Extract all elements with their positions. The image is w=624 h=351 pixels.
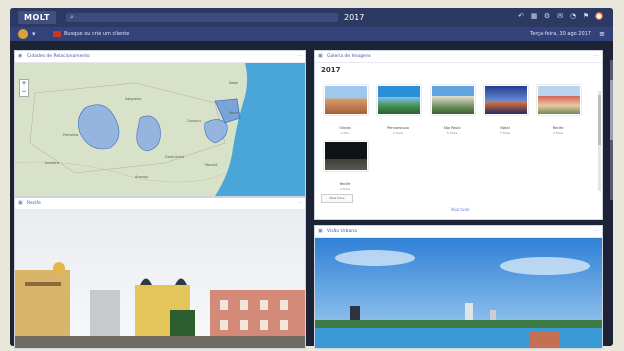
settings-icon[interactable]: ⚙ (543, 12, 551, 20)
more-photos-button[interactable]: Mais fotos (321, 194, 353, 203)
shoreline (315, 320, 602, 328)
zoom-control[interactable]: + − (19, 79, 29, 97)
image-icon: ▣ (318, 53, 323, 59)
map-label: Juazeiro (45, 161, 59, 165)
thumbnail-label: São Paulo (443, 126, 461, 130)
date-label: Terça-feira, 30 ago 2017 (530, 31, 591, 37)
image-icon: ▣ (318, 228, 323, 234)
client-flag-icon (53, 31, 61, 37)
search-icon: ⌕ (70, 13, 74, 21)
cloud (500, 257, 590, 275)
gallery-thumbnail[interactable] (324, 85, 368, 115)
window (240, 300, 248, 310)
thumbnail-label: Olinda (339, 126, 351, 130)
window (220, 300, 228, 310)
map-label: Salgueiro (125, 97, 142, 101)
gallery-thumbnail[interactable] (537, 85, 581, 115)
window (240, 320, 248, 330)
window (220, 320, 228, 330)
map-label: Maceió (205, 163, 218, 167)
page-scrollbar-thumb[interactable] (610, 80, 613, 140)
rooftop (530, 332, 560, 348)
thumbnail-count: 3 fotos (552, 131, 564, 135)
gallery-thumbnail[interactable] (324, 141, 368, 171)
map[interactable]: + − Recife Caruaru Petrolina Garanhuns M… (15, 63, 305, 196)
thumbnail-label: Pernambuco (387, 126, 409, 130)
panel-header: ▣ Recife ⋯ (15, 198, 305, 210)
map-label: Natal (229, 81, 239, 85)
city-photo[interactable] (15, 210, 305, 348)
thumbnail-count: 2 fotos (392, 131, 404, 135)
top-navbar: MOLT ⌕ 2017 ↶ ▦ ⚙ ✉ ◔ ⚑ ● (10, 8, 613, 27)
image-icon: ▣ (18, 200, 23, 206)
toolbar-icons: ↶ ▦ ⚙ ✉ ◔ ⚑ ● (517, 12, 603, 20)
grid-icon[interactable]: ▦ (530, 12, 538, 20)
client-selector[interactable]: Busque ou crie um cliente (64, 27, 129, 41)
thumbnail-count: 7 fotos (499, 131, 511, 135)
panel-header: ◉ Cidades de Relacionamento ⋯ (15, 51, 305, 63)
thumbnail-count: 1 foto (340, 131, 350, 135)
panel-options-icon[interactable]: ⋯ (594, 51, 599, 62)
photo-panel: ▣ Recife ⋯ (14, 197, 306, 349)
gallery-year: 2017 (321, 66, 341, 74)
panel-title: Cidades de Relacionamento (27, 54, 90, 59)
thumbnail-label: Natal (500, 126, 510, 130)
map-label: Petrolina (63, 133, 79, 137)
cloud (335, 250, 415, 266)
street (15, 336, 305, 348)
thumbnail-count: 5 fotos (446, 131, 458, 135)
gallery-scrollbar-thumb[interactable] (598, 95, 601, 145)
building-detail (25, 282, 61, 286)
map-canvas[interactable] (15, 63, 305, 196)
window (260, 300, 268, 310)
gallery-panel: ▣ Galeria de Imagens ⋯ 2017 Olinda 1 fot… (314, 50, 603, 220)
message-icon[interactable]: ✉ (556, 12, 564, 20)
zoom-in-button[interactable]: + (20, 80, 28, 88)
year-label: 2017 (344, 13, 365, 22)
skyline-photo[interactable] (315, 238, 602, 348)
zoom-out-button[interactable]: − (20, 88, 28, 96)
panel-title: Visão Urbana (327, 229, 357, 234)
map-panel: ◉ Cidades de Relacionamento ⋯ + − Recife… (14, 50, 306, 197)
app-logo[interactable]: MOLT (18, 11, 56, 24)
region-highlight[interactable] (136, 115, 161, 152)
thumbnail-count: 4 fotos (339, 187, 351, 191)
chevron-down-icon[interactable]: ▾ (32, 27, 36, 41)
window (280, 320, 288, 330)
panel-header: ▣ Galeria de Imagens ⋯ (315, 51, 602, 63)
gallery-thumbnail[interactable] (377, 85, 421, 115)
search-input[interactable]: ⌕ (66, 13, 338, 22)
gallery-thumbnail[interactable] (431, 85, 475, 115)
bell-icon[interactable]: ◔ (569, 12, 577, 20)
window (260, 320, 268, 330)
panel-options-icon[interactable]: ⋯ (297, 51, 302, 62)
map-label: Caruaru (187, 119, 202, 123)
flag-icon[interactable]: ⚑ (582, 12, 590, 20)
dome (53, 262, 65, 274)
panel-header: ▣ Visão Urbana ⋯ (315, 226, 602, 238)
see-all-link[interactable]: Veja tudo (425, 207, 495, 212)
map-label: Garanhuns (165, 155, 185, 159)
menu-icon[interactable]: ≡ (599, 27, 605, 41)
panel-title: Recife (27, 201, 41, 206)
undo-icon[interactable]: ↶ (517, 12, 525, 20)
photo-panel: ▣ Visão Urbana ⋯ (314, 225, 603, 349)
panel-title: Galeria de Imagens (327, 54, 371, 59)
panel-options-icon[interactable]: ⋯ (594, 226, 599, 237)
user-icon[interactable]: ● (595, 12, 603, 20)
map-label: Aracaju (135, 175, 149, 179)
thumbnail-label: Recife (339, 182, 351, 186)
map-label: Recife (229, 111, 240, 115)
context-bar: ▾ Busque ou crie um cliente Terça-feira,… (10, 27, 613, 41)
avatar[interactable] (18, 29, 28, 39)
window (280, 300, 288, 310)
gallery-thumbnail[interactable] (484, 85, 528, 115)
thumbnail-label: Recife (552, 126, 564, 130)
panel-options-icon[interactable]: ⋯ (297, 198, 302, 209)
pin-icon: ◉ (18, 53, 23, 59)
